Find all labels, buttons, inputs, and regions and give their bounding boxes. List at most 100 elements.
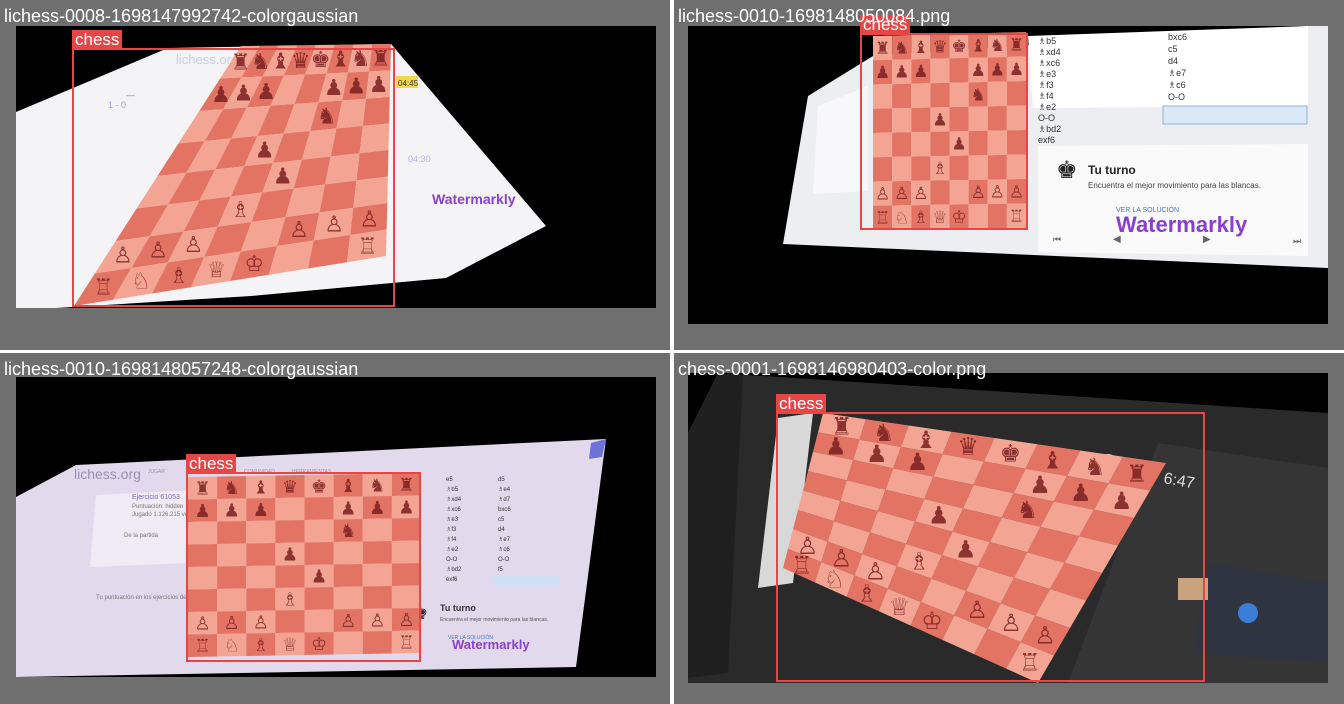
board-square[interactable] (246, 543, 276, 566)
move-item[interactable]: O-O (1038, 113, 1055, 123)
chess-piece[interactable]: ♜ (231, 50, 251, 75)
board-square[interactable] (949, 57, 969, 83)
chess-piece[interactable]: ♜ (1009, 35, 1024, 54)
chess-piece[interactable]: ♗ (932, 159, 947, 178)
chess-piece[interactable]: ♙ (148, 237, 168, 262)
chess-piece[interactable]: ♟ (346, 74, 366, 99)
nav-item[interactable]: APRENDER (196, 469, 224, 475)
chess-piece[interactable]: ♙ (913, 184, 928, 203)
move-item[interactable]: f5 (498, 567, 504, 573)
chess-piece[interactable]: ♟ (825, 433, 847, 460)
chess-piece[interactable]: ♟ (951, 134, 966, 153)
chess-piece[interactable]: ♝ (253, 477, 269, 497)
chess-piece[interactable]: ♙ (369, 610, 385, 630)
chess-piece[interactable]: ♟ (907, 449, 929, 476)
board-square[interactable] (1006, 154, 1026, 180)
board-square[interactable] (362, 631, 392, 654)
chess-piece[interactable]: ♛ (282, 477, 298, 497)
chess-piece[interactable]: ♚ (951, 37, 966, 56)
chess-piece[interactable]: ♟ (866, 441, 888, 468)
board-square[interactable] (275, 497, 305, 521)
chess-piece[interactable]: ♗ (253, 635, 269, 655)
chess-piece[interactable]: ♙ (971, 183, 986, 202)
nav-item[interactable]: HERRAMIENTAS (292, 469, 332, 475)
chess-piece[interactable]: ♟ (256, 79, 276, 104)
board-square[interactable] (968, 130, 988, 156)
move-item[interactable]: ♗xd4 (446, 496, 462, 503)
chess-piece[interactable]: ♖ (1019, 650, 1041, 677)
chess-piece[interactable]: ♚ (311, 47, 331, 72)
chess-piece[interactable]: ♟ (894, 63, 909, 82)
chess-piece[interactable]: ♟ (253, 500, 269, 520)
move-item[interactable]: d4 (1168, 56, 1178, 66)
chess-piece[interactable]: ♟ (1070, 480, 1092, 507)
chess-piece[interactable]: ♞ (971, 85, 986, 104)
move-item[interactable]: ♗xc6 (446, 506, 461, 513)
board-square[interactable] (911, 156, 931, 181)
board-square[interactable] (1006, 130, 1026, 155)
board-square[interactable] (359, 123, 390, 154)
chess-piece[interactable]: ♙ (224, 613, 240, 633)
chess-piece[interactable]: ♙ (194, 613, 210, 633)
chess-piece[interactable]: ♛ (957, 434, 979, 461)
chess-piece[interactable]: ♞ (369, 475, 385, 495)
board-square[interactable] (873, 84, 893, 109)
chess-piece[interactable]: ♞ (1017, 497, 1039, 524)
board-square[interactable] (391, 518, 421, 541)
board-square[interactable] (353, 176, 388, 208)
chess-piece[interactable]: ♛ (932, 37, 947, 56)
board-square[interactable] (188, 566, 218, 590)
chess-piece[interactable]: ♜ (371, 45, 391, 70)
chess-piece[interactable]: ♞ (340, 521, 356, 541)
chess-piece[interactable]: ♟ (398, 497, 414, 517)
move-item[interactable]: ♗bd2 (446, 566, 462, 573)
board-square[interactable] (873, 132, 893, 158)
chess-piece[interactable]: ♜ (875, 39, 890, 58)
chess-piece[interactable]: ♗ (908, 548, 930, 575)
chess-piece[interactable]: ♘ (824, 567, 846, 594)
board-square[interactable] (911, 83, 931, 108)
chess-piece[interactable]: ♙ (183, 232, 203, 257)
board-square[interactable] (930, 82, 950, 108)
board-square[interactable] (275, 610, 305, 633)
move-item[interactable]: exf6 (1038, 135, 1055, 145)
move-item[interactable]: bxc6 (1168, 32, 1187, 42)
move-item[interactable]: ♗e7 (1168, 68, 1186, 78)
chess-piece[interactable]: ♙ (324, 212, 344, 237)
board-square[interactable] (362, 518, 392, 542)
puzzle-title[interactable]: Ejercicio 61053 (132, 494, 180, 501)
board-square[interactable] (246, 588, 276, 611)
board-square[interactable] (217, 543, 247, 567)
chess-piece[interactable]: ♜ (194, 478, 210, 498)
chess-piece[interactable]: ♘ (131, 269, 151, 294)
chess-piece[interactable]: ♞ (224, 478, 240, 498)
chess-piece[interactable]: ♟ (990, 60, 1005, 79)
move-item[interactable]: ♗xd4 (1038, 47, 1061, 57)
chess-piece[interactable]: ♞ (317, 103, 337, 128)
board-square[interactable] (987, 105, 1007, 131)
chess-piece[interactable]: ♝ (913, 38, 928, 57)
chess-piece[interactable]: ♗ (282, 589, 298, 609)
chess-piece[interactable]: ♘ (894, 208, 909, 227)
chess-piece[interactable]: ♝ (331, 47, 351, 72)
chess-piece[interactable]: ♝ (271, 48, 291, 73)
chess-piece[interactable]: ♝ (340, 476, 356, 496)
move-item[interactable]: ♗b5 (1038, 36, 1056, 46)
board-square[interactable] (275, 520, 305, 543)
board-square[interactable] (217, 521, 247, 544)
board-square[interactable] (275, 565, 305, 588)
move-item[interactable]: ♗e4 (498, 486, 511, 493)
prev-icon[interactable]: ◀ (1113, 234, 1121, 245)
chess-piece[interactable]: ♟ (955, 536, 977, 563)
board-square[interactable] (333, 564, 363, 587)
board-square[interactable] (246, 565, 276, 589)
board-square[interactable] (987, 203, 1007, 229)
nav-item[interactable]: JUGAR (148, 469, 165, 475)
chess-piece[interactable]: ♕ (282, 634, 298, 654)
move-item[interactable]: ♗c6 (1168, 80, 1186, 90)
chess-piece[interactable]: ♖ (398, 632, 414, 652)
move-item[interactable]: c5 (498, 517, 505, 523)
chess-piece[interactable]: ♖ (194, 636, 210, 656)
board-square[interactable] (319, 180, 357, 213)
chess-piece[interactable]: ♖ (1009, 207, 1024, 226)
